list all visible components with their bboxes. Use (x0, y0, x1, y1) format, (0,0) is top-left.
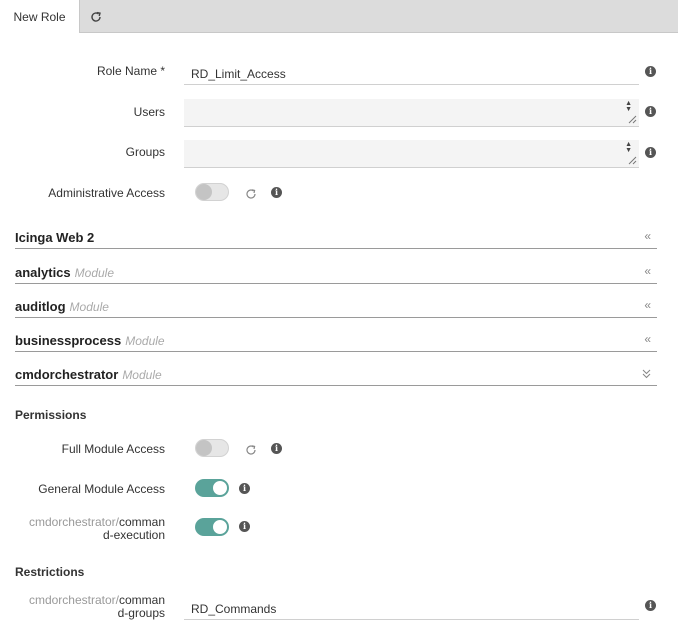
command-execution-toggle[interactable] (195, 518, 229, 536)
groups-label: Groups (125, 145, 165, 159)
refresh-tab-button[interactable] (88, 9, 104, 25)
toggle-knob (212, 519, 228, 535)
label-line-1: comman (118, 593, 165, 607)
label-line-1: comman (118, 515, 165, 529)
info-icon[interactable]: i (645, 66, 656, 77)
double-chevron-down-icon (642, 369, 651, 379)
module-prefix: cmdorchestrator/ (28, 593, 119, 607)
refresh-icon (91, 11, 101, 22)
info-icon[interactable]: i (271, 187, 282, 198)
info-icon[interactable]: i (271, 443, 282, 454)
section-cmdorchestrator[interactable]: cmdorchestrator Module (15, 360, 657, 386)
command-groups-label: cmdorchestrator/comman d-groups (15, 594, 165, 620)
full-module-access-toggle[interactable] (195, 439, 229, 457)
resize-grip-icon[interactable] (627, 114, 637, 124)
groups-field[interactable]: ▲ ▼ (184, 140, 639, 168)
section-auditlog[interactable]: auditlog Module « (15, 292, 657, 318)
reset-icon[interactable] (245, 188, 257, 200)
general-module-access-label: General Module Access (38, 482, 165, 496)
reset-icon[interactable] (245, 444, 257, 456)
info-icon[interactable]: i (645, 106, 656, 117)
admin-access-toggle[interactable] (195, 183, 229, 201)
module-prefix: cmdorchestrator/ (28, 515, 119, 529)
role-name-label: Role Name * (96, 64, 165, 78)
double-chevron-left-icon[interactable]: « (644, 264, 651, 278)
spin-arrows-icon[interactable]: ▲ ▼ (625, 141, 632, 154)
label-line-2: d-groups (117, 606, 165, 620)
section-title: businessprocess Module (15, 333, 165, 348)
double-chevron-down-icon[interactable] (642, 368, 651, 382)
info-icon[interactable]: i (645, 147, 656, 158)
section-title-text: businessprocess (15, 333, 122, 348)
label-line-2: d-execution (102, 528, 165, 542)
command-execution-label: cmdorchestrator/comman d-execution (15, 516, 165, 542)
users-label: Users (133, 105, 165, 119)
section-analytics[interactable]: analytics Module « (15, 258, 657, 284)
toggle-knob (196, 440, 212, 456)
section-title: cmdorchestrator Module (15, 367, 162, 382)
section-title-text: auditlog (15, 299, 66, 314)
command-groups-input[interactable]: RD_Commands (184, 593, 639, 620)
spin-arrows-icon[interactable]: ▲ ▼ (625, 100, 632, 113)
double-chevron-left-icon[interactable]: « (644, 229, 651, 243)
role-name-input[interactable]: RD_Limit_Access (184, 58, 639, 85)
section-businessprocess[interactable]: businessprocess Module « (15, 326, 657, 352)
general-module-access-toggle[interactable] (195, 479, 229, 497)
section-subtitle: Module (122, 368, 162, 382)
info-icon[interactable]: i (239, 483, 250, 494)
section-subtitle: Module (74, 266, 115, 280)
info-icon[interactable]: i (239, 521, 250, 532)
users-field[interactable]: ▲ ▼ (184, 99, 639, 127)
toggle-knob (196, 184, 212, 200)
info-icon[interactable]: i (645, 600, 656, 611)
tab-bar: New Role (0, 0, 678, 33)
double-chevron-left-icon[interactable]: « (644, 332, 651, 346)
restrictions-heading: Restrictions (15, 565, 85, 579)
toggle-knob (212, 480, 228, 496)
permissions-heading: Permissions (15, 408, 87, 422)
tab-new-role[interactable]: New Role (0, 0, 80, 33)
full-module-access-label: Full Module Access (61, 442, 165, 456)
resize-grip-icon[interactable] (627, 155, 637, 165)
section-subtitle: Module (69, 300, 109, 314)
tab-label: New Role (13, 9, 66, 24)
section-title-text: cmdorchestrator (15, 367, 119, 382)
double-chevron-left-icon[interactable]: « (644, 298, 651, 312)
section-title: auditlog Module (15, 299, 109, 314)
section-title-text: Icinga Web 2 (15, 230, 95, 245)
section-title: analytics Module (15, 265, 114, 280)
section-subtitle: Module (125, 334, 165, 348)
section-icinga-web-2[interactable]: Icinga Web 2 « (15, 223, 657, 249)
admin-access-label: Administrative Access (48, 186, 165, 200)
section-title-text: analytics (15, 265, 71, 280)
section-title: Icinga Web 2 (15, 230, 94, 245)
